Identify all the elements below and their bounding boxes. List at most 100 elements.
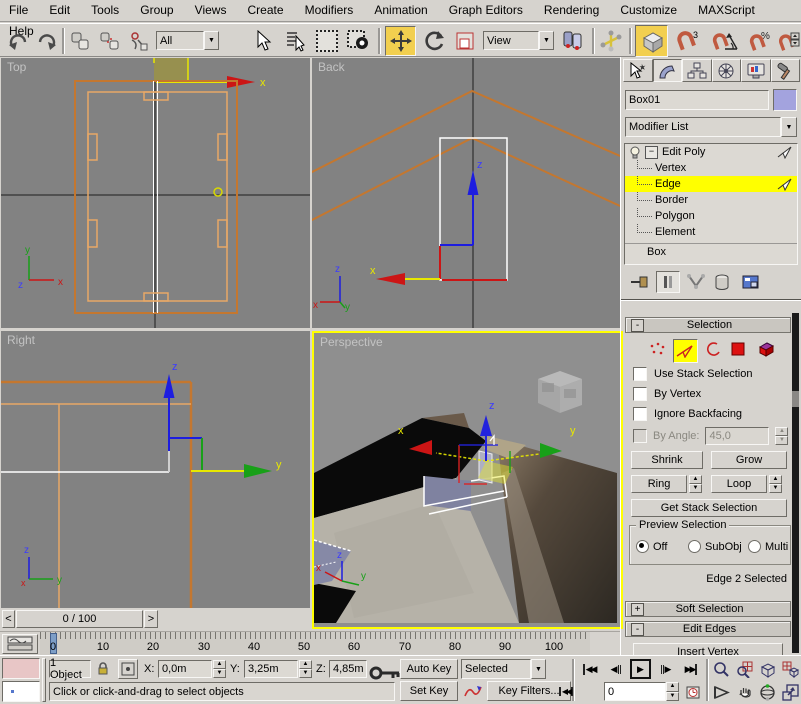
play-icon[interactable]: ▶: [630, 659, 651, 679]
prev-frame-icon[interactable]: ◀: [605, 660, 627, 679]
set-key-filters-curve-icon[interactable]: [461, 681, 485, 701]
use-stack-selection-row[interactable]: Use Stack Selection: [633, 367, 752, 381]
show-end-result-icon[interactable]: [656, 271, 680, 293]
menu-customize[interactable]: Customize: [611, 0, 686, 21]
selection-filter-dropdown[interactable]: All: [156, 31, 204, 50]
percent-snap-icon[interactable]: %: [745, 27, 777, 55]
maxscript-mini-listener-pink[interactable]: [2, 658, 40, 679]
preview-off-option[interactable]: Off: [636, 540, 667, 553]
track-bar-ruler[interactable]: 0 10 20 30 40 50 60 70 80 90 100: [40, 632, 590, 656]
fov-icon[interactable]: [711, 682, 732, 703]
set-key-button[interactable]: Set Key: [400, 681, 458, 701]
coord-system-arrow-icon[interactable]: ▼: [539, 31, 554, 50]
by-vertex-checkbox[interactable]: [633, 387, 647, 401]
scrollbar-thumb[interactable]: [792, 391, 799, 407]
unlink-icon[interactable]: [96, 28, 122, 54]
insert-vertex-button[interactable]: Insert Vertex: [633, 643, 783, 655]
key-mode-icon[interactable]: ◀◀: [556, 682, 576, 701]
make-unique-icon[interactable]: [686, 274, 708, 290]
tab-display[interactable]: [741, 59, 771, 82]
preview-subobj-option[interactable]: SubObj: [688, 540, 742, 553]
y-spinner[interactable]: ▲▼: [299, 660, 312, 678]
rollout-scrollbar[interactable]: [792, 313, 799, 653]
viewport-right[interactable]: Right z y z y x: [1, 331, 310, 608]
link-icon[interactable]: [67, 28, 93, 54]
vertex-icon[interactable]: [647, 339, 668, 359]
preview-multi-option[interactable]: Multi: [748, 540, 788, 553]
stack-row-box[interactable]: Box: [625, 243, 797, 260]
menu-tools[interactable]: Tools: [82, 0, 128, 21]
y-coord-field[interactable]: [244, 660, 298, 678]
configure-modifier-sets-icon[interactable]: [742, 274, 762, 291]
preview-subobj-radio[interactable]: [688, 540, 701, 553]
menu-file[interactable]: File: [0, 0, 37, 21]
time-slider-prev-button[interactable]: <: [2, 610, 15, 628]
key-filter-arrow-icon[interactable]: ▼: [531, 659, 546, 679]
by-angle-spinner[interactable]: ▲▼: [775, 427, 788, 445]
arc-rotate-icon[interactable]: [757, 682, 778, 703]
select-arrow-icon[interactable]: [250, 27, 275, 55]
tab-hierarchy[interactable]: [682, 59, 712, 82]
frame-spinner[interactable]: ▲▼: [666, 682, 679, 701]
selection-lock-icon[interactable]: [95, 660, 111, 678]
preview-multi-radio[interactable]: [748, 540, 761, 553]
snaps-toggle-icon[interactable]: [635, 25, 668, 57]
go-to-end-icon[interactable]: ▶▶: [680, 660, 702, 679]
undo-icon[interactable]: [6, 28, 31, 54]
next-frame-icon[interactable]: ▶: [655, 660, 677, 679]
ignore-backfacing-row[interactable]: Ignore Backfacing: [633, 407, 742, 421]
stack-row-element[interactable]: Element: [625, 224, 797, 240]
menu-maxscript[interactable]: MAXScript: [689, 0, 764, 21]
preview-off-radio[interactable]: [636, 540, 649, 553]
pan-icon[interactable]: [734, 682, 755, 703]
manipulate-icon[interactable]: [598, 27, 624, 55]
window-crossing-icon[interactable]: [344, 27, 372, 55]
edge-icon[interactable]: [673, 339, 698, 363]
menu-rendering[interactable]: Rendering: [535, 0, 608, 21]
collapse-minus-icon[interactable]: -: [631, 623, 644, 636]
z-coord-field[interactable]: [329, 660, 367, 678]
rect-region-icon[interactable]: [313, 27, 341, 55]
zoom-all-icon[interactable]: [734, 659, 755, 680]
move-icon[interactable]: [385, 26, 416, 56]
x-spinner[interactable]: ▲▼: [213, 660, 226, 678]
expand-plus-icon[interactable]: +: [631, 603, 644, 616]
by-angle-checkbox[interactable]: [633, 429, 647, 443]
stack-row-edit-poly[interactable]: − Edit Poly: [625, 144, 797, 160]
angle-snap-3d-icon[interactable]: 3: [671, 27, 704, 55]
viewport-back[interactable]: Back z x z x y: [312, 58, 620, 328]
stack-row-edge[interactable]: Edge: [625, 176, 797, 192]
collapse-minus-icon[interactable]: -: [631, 319, 644, 332]
zoom-icon[interactable]: [711, 659, 732, 680]
current-frame-field[interactable]: [604, 682, 666, 701]
zoom-extents-icon[interactable]: [757, 659, 778, 680]
x-coord-field[interactable]: [158, 660, 212, 678]
edit-edges-rollout-header[interactable]: - Edit Edges: [625, 621, 791, 637]
by-angle-field[interactable]: 45,0: [705, 427, 769, 445]
soft-selection-rollout-header[interactable]: + Soft Selection: [625, 601, 791, 617]
redo-icon[interactable]: [33, 28, 58, 54]
menu-animation[interactable]: Animation: [365, 0, 436, 21]
menu-views[interactable]: Views: [186, 0, 236, 21]
modifier-list-arrow-icon[interactable]: ▼: [781, 117, 797, 137]
use-stack-selection-checkbox[interactable]: [633, 367, 647, 381]
rotate-icon[interactable]: [419, 27, 448, 55]
coord-system-dropdown[interactable]: View: [483, 31, 539, 50]
selection-filter-arrow-icon[interactable]: ▼: [204, 31, 219, 50]
grow-button[interactable]: Grow: [711, 451, 787, 469]
key-filter-dropdown[interactable]: Selected: [461, 659, 531, 679]
get-stack-selection-button[interactable]: Get Stack Selection: [631, 499, 787, 517]
listener-splitter[interactable]: [42, 658, 46, 702]
ring-spinner[interactable]: ▲▼: [689, 475, 702, 493]
time-slider-bar[interactable]: 0 / 100: [16, 610, 143, 628]
pin-stack-icon[interactable]: [630, 274, 650, 290]
pivot-center-icon[interactable]: [558, 27, 587, 55]
stack-row-border[interactable]: Border: [625, 192, 797, 208]
menu-group[interactable]: Group: [131, 0, 182, 21]
auto-key-button[interactable]: Auto Key: [400, 659, 458, 679]
ignore-backfacing-checkbox[interactable]: [633, 407, 647, 421]
tab-create[interactable]: [623, 59, 653, 82]
loop-spinner[interactable]: ▲▼: [769, 475, 782, 493]
modifier-list-dropdown[interactable]: Modifier List: [625, 117, 781, 137]
absolute-mode-icon[interactable]: [118, 659, 138, 679]
